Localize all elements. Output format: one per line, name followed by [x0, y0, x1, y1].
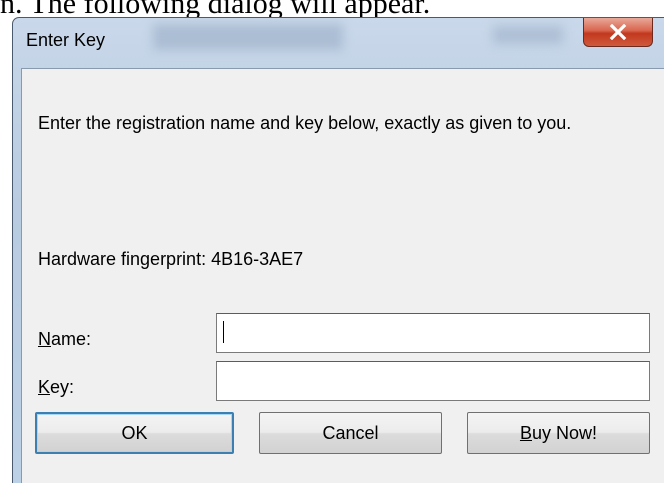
key-input[interactable]: [216, 361, 650, 401]
fingerprint-label: Hardware fingerprint:: [38, 249, 207, 269]
close-icon: [609, 24, 627, 40]
dialog-title: Enter Key: [26, 30, 106, 50]
ok-button[interactable]: OK: [35, 412, 234, 454]
name-label: Name:: [38, 329, 91, 350]
name-label-accelerator: N: [38, 329, 51, 349]
key-label-text: ey:: [50, 377, 75, 397]
cancel-button[interactable]: Cancel: [259, 412, 442, 454]
dialog-titlebar[interactable]: Enter Key: [13, 18, 664, 68]
key-label-accelerator: K: [38, 377, 51, 397]
enter-key-dialog: Enter Key Enter the registration name an…: [12, 17, 664, 483]
key-label: Key:: [38, 377, 74, 398]
instructions-text: Enter the registration name and key belo…: [38, 113, 572, 133]
close-button[interactable]: [583, 18, 653, 47]
name-label-text: ame:: [51, 329, 92, 349]
dialog-client-area: Enter the registration name and key belo…: [21, 68, 664, 483]
name-input[interactable]: [216, 313, 650, 353]
buy-now-label: uy Now!: [531, 422, 598, 443]
fingerprint-value: 4B16-3AE7: [211, 249, 304, 269]
text-caret: [223, 321, 224, 343]
buy-now-accelerator: B: [519, 422, 532, 443]
buy-now-button[interactable]: Buy Now!: [467, 412, 650, 454]
hardware-fingerprint: Hardware fingerprint: 4B16-3AE7: [38, 249, 303, 270]
